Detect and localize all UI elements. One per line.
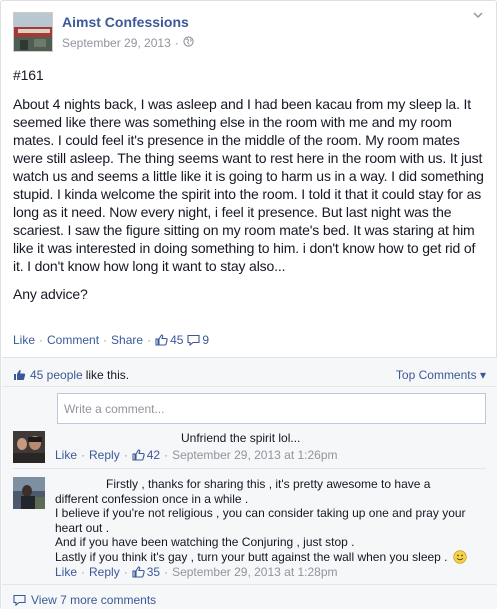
globe-icon [183, 36, 194, 50]
comment-line: I believe if you're not religious , you … [55, 506, 466, 520]
view-more-label: View 7 more comments [31, 593, 157, 607]
comment-like-link[interactable]: Like [55, 448, 77, 462]
thumbs-up-icon [132, 566, 145, 578]
comment-bubble-icon [187, 334, 200, 346]
comment-link[interactable]: Comment [47, 333, 99, 347]
likes-stat[interactable]: 45 [155, 333, 183, 347]
comment-input[interactable] [58, 394, 485, 423]
confession-post: Aimst Confessions September 29, 2013 · #… [0, 0, 497, 609]
page-name[interactable]: Aimst Confessions [62, 14, 189, 30]
comment-likes-count: 42 [146, 448, 161, 462]
comments-stat[interactable]: 9 [183, 333, 209, 347]
chevron-down-icon[interactable] [473, 10, 483, 22]
likes-summary: 45 people like this. [13, 368, 129, 382]
share-link[interactable]: Share [111, 333, 143, 347]
comment-timestamp[interactable]: September 29, 2013 at 1:28pm [172, 565, 337, 579]
comment-line: Firstly , thanks for sharing this , it's… [106, 477, 431, 491]
separator: · [81, 448, 86, 462]
divider [2, 584, 497, 585]
separator: · [123, 565, 128, 579]
separator: · [39, 333, 44, 347]
post-closing: Any advice? [13, 286, 88, 302]
chevron-down-icon: ▾ [479, 368, 486, 382]
post-header: Aimst Confessions September 29, 2013 · [13, 12, 483, 54]
comment-input-box[interactable] [57, 393, 486, 424]
comment-item: Firstly , thanks for sharing this , it's… [13, 477, 488, 581]
commenter-avatar[interactable] [13, 431, 45, 463]
comment-likes-stat[interactable]: 42 [132, 448, 160, 462]
thumbs-up-icon [155, 334, 168, 346]
divider [13, 468, 486, 469]
thumbs-up-icon [132, 449, 145, 461]
post-meta: September 29, 2013 · [62, 36, 194, 50]
post-number: #161 [13, 67, 44, 83]
comment-bubble-icon [13, 594, 26, 606]
likes-suffix: like this. [85, 368, 130, 382]
comment-text: Firstly , thanks for sharing this , it's… [55, 477, 488, 567]
commenter-avatar[interactable] [13, 477, 45, 509]
separator: · [123, 448, 128, 462]
comment-like-link[interactable]: Like [55, 565, 77, 579]
comment-likes-count: 35 [146, 565, 161, 579]
post-timestamp[interactable]: September 29, 2013 [62, 36, 171, 50]
comment-timestamp[interactable]: September 29, 2013 at 1:26pm [172, 448, 337, 462]
comment-line: Lastly if you think it's gay , turn your… [55, 549, 448, 564]
likes-people-link[interactable]: 45 people [30, 368, 83, 382]
divider [2, 386, 497, 387]
separator: · [164, 448, 169, 462]
comment-likes-stat[interactable]: 35 [132, 565, 160, 579]
comment-meta: Like · Reply · 42 · September 29, 2013 a… [55, 448, 338, 462]
separator: · [81, 565, 86, 579]
likes-count: 45 [170, 333, 184, 347]
comment-reply-link[interactable]: Reply [89, 448, 120, 462]
separator: · [147, 333, 152, 347]
like-link[interactable]: Like [13, 333, 35, 347]
comment-reply-link[interactable]: Reply [89, 565, 120, 579]
separator: · [103, 333, 108, 347]
post-actions: Like · Comment · Share · 45 9 [13, 333, 209, 347]
comment-line: Unfriend the spirit lol... [181, 431, 301, 445]
comment-meta: Like · Reply · 35 · September 29, 2013 a… [55, 565, 338, 579]
comment-item: Unfriend the spirit lol... Like · Reply … [13, 431, 488, 465]
comments-count: 9 [202, 333, 210, 347]
post-text: #161 About 4 nights back, I was asleep a… [13, 66, 485, 303]
top-comments-label: Top Comments [395, 368, 477, 382]
comment-line: different confession once in a while . [55, 491, 249, 506]
separator: · [164, 565, 169, 579]
view-more-comments-link[interactable]: View 7 more comments [13, 593, 156, 607]
meta-separator: · [174, 36, 179, 50]
top-comments-dropdown[interactable]: Top Comments ▾ [396, 368, 486, 382]
comment-text: Unfriend the spirit lol... [181, 431, 300, 446]
post-body: About 4 nights back, I was asleep and I … [13, 96, 484, 274]
smiley-emoticon-icon [453, 549, 467, 568]
page-avatar[interactable] [13, 12, 53, 52]
comment-line: heart out . [55, 520, 110, 535]
comment-line: And if you have been watching the Conjur… [55, 535, 355, 549]
thumbs-up-icon [14, 370, 26, 380]
ufi-section: 45 people like this. Top Comments ▾ Writ… [2, 357, 497, 609]
